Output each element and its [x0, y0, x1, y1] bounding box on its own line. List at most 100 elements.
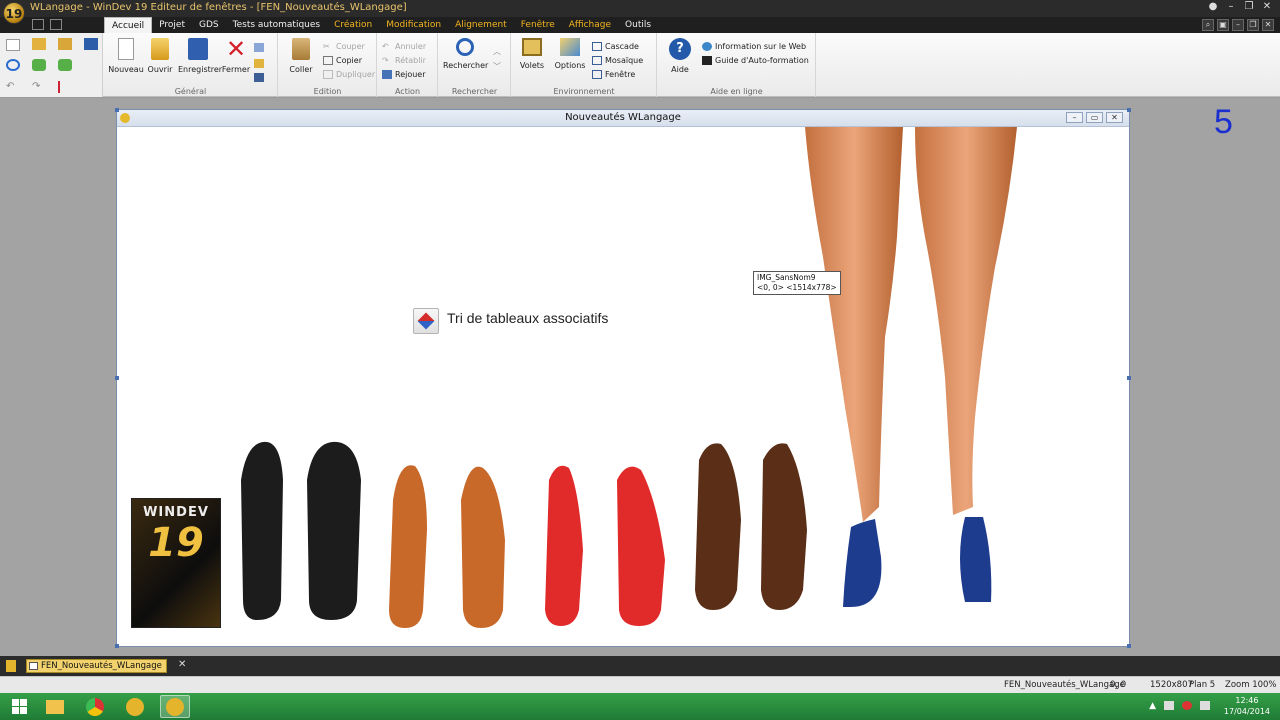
image-button[interactable] [413, 308, 439, 334]
group-action-label: Action [394, 87, 421, 96]
options-icon[interactable]: ▣ [1217, 19, 1229, 31]
window-form[interactable]: Nouveautés WLangage – ▭ ✕ WINDEV 19 Tri … [115, 108, 1131, 648]
minimize-button[interactable]: – [1224, 1, 1238, 13]
tab-tests-automatiques[interactable]: Tests automatiques [226, 17, 327, 33]
resize-handle-bl[interactable] [115, 644, 119, 648]
tab-outils[interactable]: Outils [618, 17, 658, 33]
tab-creation[interactable]: Création [327, 17, 379, 33]
form-close-icon[interactable]: ✕ [1106, 112, 1123, 123]
doc-restore-button[interactable]: ❐ [1247, 19, 1259, 31]
resize-handle-tr[interactable] [1127, 108, 1131, 112]
coller-button[interactable]: Coller [281, 38, 321, 74]
clock-time: 12:46 [1235, 696, 1259, 705]
guide-button[interactable]: Guide d'Auto-formation [702, 54, 809, 67]
volume-icon[interactable] [1200, 701, 1210, 710]
fermer-button[interactable]: ✕ Fermer [216, 37, 256, 74]
doc-minimize-button[interactable]: – [1232, 19, 1244, 31]
doc-tab-fen-nouveautes[interactable]: FEN_Nouveautés_WLangage [26, 659, 167, 673]
layout-icon[interactable] [50, 19, 62, 30]
tab-modification[interactable]: Modification [379, 17, 448, 33]
shoes-image[interactable] [237, 440, 1017, 630]
static-label[interactable]: Tri de tableaux associatifs [447, 310, 608, 326]
restore-button[interactable]: ❐ [1242, 1, 1256, 13]
test-project-icon[interactable] [58, 59, 72, 71]
form-maximize-icon[interactable]: ▭ [1086, 112, 1103, 123]
tab-gds[interactable]: GDS [192, 17, 226, 33]
couper-button[interactable]: ✂ Couper [323, 40, 365, 53]
test-window-icon[interactable] [32, 59, 46, 71]
resize-handle-ml[interactable] [115, 376, 119, 380]
new-doc-icon[interactable] [6, 39, 20, 51]
ouvrir-button[interactable]: Ouvrir [140, 38, 180, 74]
dupliquer-button[interactable]: Dupliquer [323, 68, 375, 81]
chrome-icon[interactable] [80, 695, 110, 718]
file-explorer-icon[interactable] [40, 695, 70, 718]
close-button[interactable]: ✕ [1260, 1, 1274, 13]
help-icon[interactable]: ● [1206, 1, 1220, 13]
alert-icon[interactable] [1182, 701, 1192, 710]
aide-label: Aide [671, 65, 689, 74]
folder-icon[interactable] [58, 38, 72, 50]
clock-date: 17/04/2014 [1223, 707, 1270, 716]
title-bar: WLangage - WinDev 19 Editeur de fenêtres… [0, 0, 1280, 17]
windev-product-box[interactable]: WINDEV 19 [131, 498, 221, 628]
info-web-button[interactable]: Information sur le Web [702, 40, 806, 53]
copier-button[interactable]: Copier [323, 54, 362, 67]
pin-icon[interactable] [6, 660, 16, 672]
windev-logo[interactable]: 19 [3, 2, 25, 24]
new-file-icon [118, 38, 134, 60]
mosaique-label: Mosaïque [605, 56, 644, 65]
network-icon[interactable] [1164, 701, 1174, 710]
document-tabs: FEN_Nouveautés_WLangage ✕ [0, 656, 1280, 676]
aide-button[interactable]: ? Aide [660, 38, 700, 74]
search-icon[interactable]: ⌕ [1202, 19, 1214, 31]
doc-close-button[interactable]: ✕ [1262, 19, 1274, 31]
fenetre-button[interactable]: Fenêtre [592, 68, 635, 81]
form-title-bar[interactable]: Nouveautés WLangage – ▭ ✕ [117, 110, 1129, 127]
rechercher-label: Rechercher [443, 61, 489, 70]
print-button[interactable] [254, 71, 264, 84]
enregistrer-button[interactable]: Enregistrer [178, 38, 222, 74]
undo-icon[interactable]: ↶ [6, 81, 20, 93]
refresh-icon[interactable] [6, 59, 20, 71]
options-button[interactable]: Options [550, 38, 590, 70]
volets-button[interactable]: Volets [512, 38, 552, 70]
annuler-button[interactable]: ↶ Annuler [382, 40, 426, 53]
search-next-button[interactable]: ﹀ [493, 60, 501, 73]
save-all-icon[interactable] [84, 38, 98, 50]
editor-workspace[interactable]: 5 Nouveautés WLangage – ▭ ✕ WINDEV 19 Tr… [0, 98, 1280, 656]
rejouer-button[interactable]: Rejouer [382, 68, 426, 81]
windows-start-icon[interactable] [4, 695, 34, 718]
rejouer-label: Rejouer [395, 70, 426, 79]
grid-icon[interactable] [32, 19, 44, 30]
windev-mobile-icon[interactable] [120, 695, 150, 718]
open-folder-icon [151, 38, 169, 60]
doc-tab-close-icon[interactable]: ✕ [178, 659, 186, 670]
tab-affichage[interactable]: Affichage [562, 17, 618, 33]
window-icon [592, 70, 602, 79]
system-clock[interactable]: 12:46 17/04/2014 [1224, 695, 1270, 717]
lock-button[interactable] [254, 57, 264, 70]
redo-icon[interactable]: ↷ [32, 81, 46, 93]
cascade-button[interactable]: Cascade [592, 40, 639, 53]
resize-handle-mr[interactable] [1127, 376, 1131, 380]
open-project-icon[interactable] [32, 38, 46, 50]
mosaique-button[interactable]: Mosaïque [592, 54, 643, 67]
hierarchy-icon[interactable] [58, 81, 72, 93]
rechercher-button[interactable]: Rechercher [443, 38, 489, 70]
compare-button[interactable] [254, 41, 264, 54]
resize-handle-br[interactable] [1127, 644, 1131, 648]
tab-projet[interactable]: Projet [152, 17, 192, 33]
tab-fenetre[interactable]: Fenêtre [514, 17, 562, 33]
search-previous-button[interactable]: ︿ [493, 45, 501, 58]
tray-arrow-icon[interactable]: ▲ [1149, 701, 1156, 711]
form-minimize-icon[interactable]: – [1066, 112, 1083, 123]
windev-19-icon[interactable] [160, 695, 190, 718]
retablir-button[interactable]: ↷ Rétablir [382, 54, 426, 67]
resize-handle-tl[interactable] [115, 108, 119, 112]
group-environnement-label: Environnement [553, 87, 615, 96]
status-zoom[interactable]: Zoom 100% [1225, 680, 1277, 690]
tab-accueil[interactable]: Accueil [104, 17, 153, 33]
tab-alignement[interactable]: Alignement [448, 17, 514, 33]
group-general: Nouveau Ouvrir Enregistrer ✕ Fermer Géné… [104, 33, 278, 97]
